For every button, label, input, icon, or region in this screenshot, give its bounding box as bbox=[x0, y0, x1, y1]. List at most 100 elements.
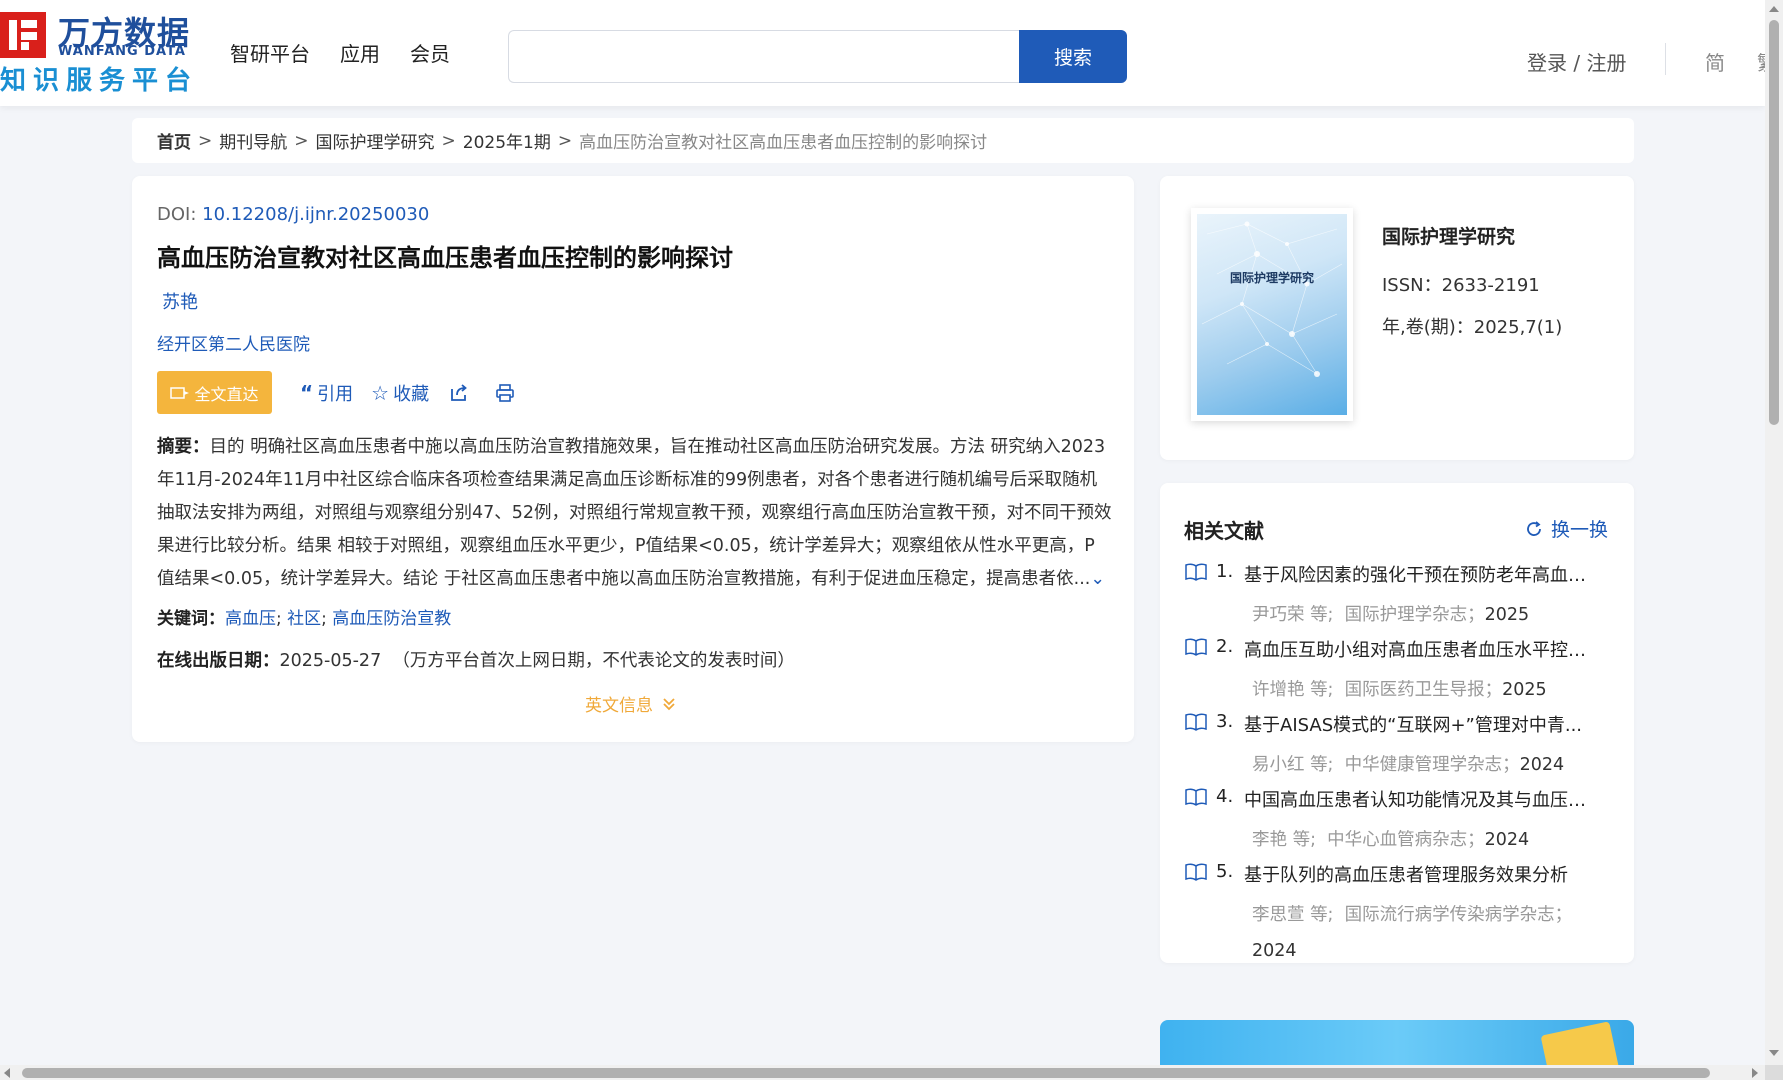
quote-icon: “ bbox=[300, 380, 314, 405]
print-button[interactable] bbox=[495, 383, 515, 403]
double-chevron-down-icon bbox=[663, 697, 675, 710]
vertical-scrollbar[interactable] bbox=[1765, 0, 1783, 1065]
book-icon bbox=[1185, 863, 1207, 881]
wanfang-logo[interactable]: 万方数据 WANFANG DATA 知识服务平台 bbox=[0, 8, 200, 96]
share-icon bbox=[451, 383, 467, 401]
refresh-icon bbox=[1527, 520, 1541, 536]
doi-label: DOI: bbox=[157, 204, 197, 225]
scroll-right-arrow-icon[interactable] bbox=[1752, 1068, 1758, 1078]
cite-label: 引用 bbox=[317, 383, 354, 405]
pubdate-label: 在线出版日期： bbox=[157, 651, 280, 671]
breadcrumb-separator: > bbox=[557, 130, 573, 151]
keyword-link[interactable]: 高血压防治宣教 bbox=[332, 609, 451, 629]
book-icon bbox=[1185, 713, 1207, 731]
nav-item-apps[interactable]: 应用 bbox=[340, 38, 380, 67]
nav-item-research-platform[interactable]: 智研平台 bbox=[230, 38, 310, 67]
related-authors: 尹巧荣 等; bbox=[1252, 605, 1334, 625]
search-input[interactable] bbox=[508, 30, 1019, 83]
related-title-link[interactable]: 基于风险因素的强化干预在预防老年高血压... bbox=[1244, 561, 1594, 587]
issn-label: ISSN： bbox=[1382, 275, 1442, 296]
lang-simplified-button[interactable]: 简 bbox=[1705, 47, 1725, 76]
related-meta: 李艳 等; 中华心血管病杂志；2024 bbox=[1184, 822, 1614, 858]
favorite-label: 收藏 bbox=[393, 383, 430, 405]
star-icon: ☆ bbox=[371, 380, 390, 405]
vertical-scroll-thumb[interactable] bbox=[1769, 20, 1779, 425]
related-meta: 许增艳 等; 国际医药卫生导报；2025 bbox=[1184, 672, 1614, 708]
journal-issn: ISSN：2633-2191 bbox=[1382, 271, 1540, 297]
english-info-toggle[interactable]: 英文信息 bbox=[585, 691, 677, 716]
breadcrumb-journal[interactable]: 国际护理学研究 bbox=[316, 128, 435, 153]
related-source: 国际流行病学传染病学杂志； bbox=[1344, 905, 1573, 925]
share-button[interactable] bbox=[449, 383, 469, 403]
related-year: 2025 bbox=[1484, 605, 1530, 625]
list-item: 4. 中国高血压患者认知功能情况及其与血压控... 李艳 等; 中华心血管病杂志… bbox=[1184, 786, 1614, 858]
related-authors: 李艳 等; bbox=[1252, 830, 1316, 850]
related-number: 4. bbox=[1216, 786, 1234, 807]
search-button[interactable]: 搜索 bbox=[1019, 30, 1127, 83]
related-title-link[interactable]: 基于队列的高血压患者管理服务效果分析 bbox=[1244, 861, 1594, 887]
horizontal-scrollbar[interactable] bbox=[0, 1065, 1765, 1080]
scroll-down-arrow-icon[interactable] bbox=[1769, 1050, 1779, 1056]
journal-volume: 年,卷(期)：2025,7(1) bbox=[1382, 313, 1562, 339]
doi-link[interactable]: 10.12208/j.ijnr.20250030 bbox=[202, 204, 429, 225]
related-meta: 李思萱 等; 国际流行病学传染病学杂志； 2024 bbox=[1184, 897, 1614, 969]
cover-network-graphic bbox=[1201, 221, 1343, 377]
related-number: 2. bbox=[1216, 636, 1234, 657]
scroll-left-arrow-icon[interactable] bbox=[4, 1068, 10, 1078]
fulltext-icon bbox=[170, 386, 190, 399]
cite-button[interactable]: “ 引用 bbox=[300, 380, 353, 406]
related-title-link[interactable]: 中国高血压患者认知功能情况及其与血压控... bbox=[1244, 786, 1594, 812]
fulltext-button[interactable]: 全文直达 bbox=[157, 371, 272, 414]
related-year: 2024 bbox=[1252, 941, 1297, 961]
book-icon bbox=[1185, 638, 1207, 656]
article-card: DOI: 10.12208/j.ijnr.20250030 高血压防治宣教对社区… bbox=[132, 176, 1134, 742]
related-title: 相关文献 bbox=[1184, 519, 1264, 543]
related-year: 2025 bbox=[1502, 680, 1547, 700]
chevron-down-icon[interactable]: ⌄ bbox=[1090, 569, 1105, 589]
refresh-button[interactable]: 换一换 bbox=[1525, 515, 1608, 542]
article-title: 高血压防治宣教对社区高血压患者血压控制的影响探讨 bbox=[157, 244, 733, 272]
related-source: 中华心血管病杂志； bbox=[1327, 830, 1485, 850]
related-year: 2024 bbox=[1519, 755, 1565, 775]
list-item: 1. 基于风险因素的强化干预在预防老年高血压... 尹巧荣 等; 国际护理学杂志… bbox=[1184, 561, 1614, 633]
horizontal-scroll-thumb[interactable] bbox=[22, 1068, 1710, 1078]
book-icon bbox=[1185, 563, 1207, 581]
volume-label: 年,卷(期)： bbox=[1382, 317, 1474, 338]
journal-cover[interactable]: 国际护理学研究 bbox=[1191, 208, 1353, 421]
breadcrumb: 首页 > 期刊导航 > 国际护理学研究 > 2025年1期 > 高血压防治宣教对… bbox=[132, 118, 1634, 163]
pubdate-value: 2025-05-27 bbox=[279, 651, 382, 671]
lang-traditional-button[interactable]: 繁 bbox=[1757, 47, 1765, 76]
related-title-link[interactable]: 基于AISAS模式的“互联网+”管理对中青... bbox=[1244, 711, 1594, 737]
keyword-link[interactable]: 社区 bbox=[287, 609, 321, 629]
related-year: 2024 bbox=[1484, 830, 1530, 850]
login-register-link[interactable]: 登录 / 注册 bbox=[1527, 47, 1626, 76]
related-list: 1. 基于风险因素的强化干预在预防老年高血压... 尹巧荣 等; 国际护理学杂志… bbox=[1184, 561, 1614, 972]
organization-link[interactable]: 经开区第二人民医院 bbox=[157, 330, 310, 355]
related-source: 中华健康管理学杂志； bbox=[1344, 755, 1520, 775]
breadcrumb-home[interactable]: 首页 bbox=[157, 128, 191, 153]
breadcrumb-current: 高血压防治宣教对社区高血压患者血压控制的影响探讨 bbox=[579, 133, 988, 153]
related-title-link[interactable]: 高血压互助小组对高血压患者血压水平控制... bbox=[1244, 636, 1594, 662]
header-divider bbox=[1665, 43, 1666, 75]
journal-name-link[interactable]: 国际护理学研究 bbox=[1382, 222, 1515, 249]
journal-cover-image: 国际护理学研究 bbox=[1197, 214, 1347, 415]
scroll-up-arrow-icon[interactable] bbox=[1769, 6, 1779, 12]
author-link[interactable]: 苏艳 bbox=[162, 288, 198, 314]
breadcrumb-issue[interactable]: 2025年1期 bbox=[463, 128, 551, 153]
nav-item-membership[interactable]: 会员 bbox=[410, 38, 450, 67]
cover-title: 国际护理学研究 bbox=[1229, 271, 1314, 285]
related-authors: 许增艳 等; bbox=[1252, 680, 1334, 700]
breadcrumb-journal-nav[interactable]: 期刊导航 bbox=[219, 128, 287, 153]
related-authors: 李思萱 等; bbox=[1252, 905, 1334, 925]
list-item: 3. 基于AISAS模式的“互联网+”管理对中青... 易小红 等; 中华健康管… bbox=[1184, 711, 1614, 783]
related-source: 国际医药卫生导报； bbox=[1344, 680, 1503, 700]
related-number: 1. bbox=[1216, 561, 1234, 582]
english-info-label: 英文信息 bbox=[585, 696, 653, 716]
logo-title-en: WANFANG DATA bbox=[58, 44, 186, 59]
favorite-button[interactable]: ☆ 收藏 bbox=[371, 380, 429, 406]
related-meta: 易小红 等; 中华健康管理学杂志；2024 bbox=[1184, 747, 1614, 783]
logo-subtitle: 知识服务平台 bbox=[0, 66, 199, 96]
abstract-label: 摘要： bbox=[157, 437, 210, 457]
wanfang-logo-mark bbox=[0, 12, 46, 58]
keyword-link[interactable]: 高血压 bbox=[225, 609, 276, 629]
